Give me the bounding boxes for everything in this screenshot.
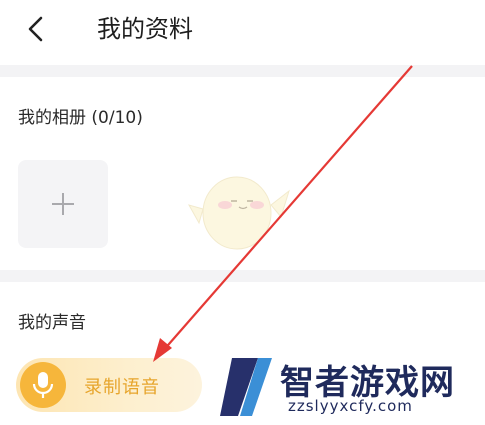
microphone-icon [32,372,54,398]
voice-section-label: 我的声音 [18,313,86,333]
section-divider [0,65,485,77]
album-section-label: 我的相册 (0/10) [18,108,143,128]
plus-icon [52,193,74,215]
section-divider [0,270,485,282]
site-logo-icon [220,358,272,416]
add-photo-button[interactable] [18,160,108,248]
back-chevron-icon[interactable] [24,14,48,44]
microphone-icon-circle [20,362,66,408]
mascot-watermark-icon [187,176,290,250]
header-bar: 我的资料 [0,0,485,62]
page-title: 我的资料 [97,15,193,43]
watermark-url: zzslyyxcfy.com [288,397,413,415]
record-voice-button[interactable]: 录制语音 [16,358,202,412]
record-voice-label: 录制语音 [84,377,160,398]
